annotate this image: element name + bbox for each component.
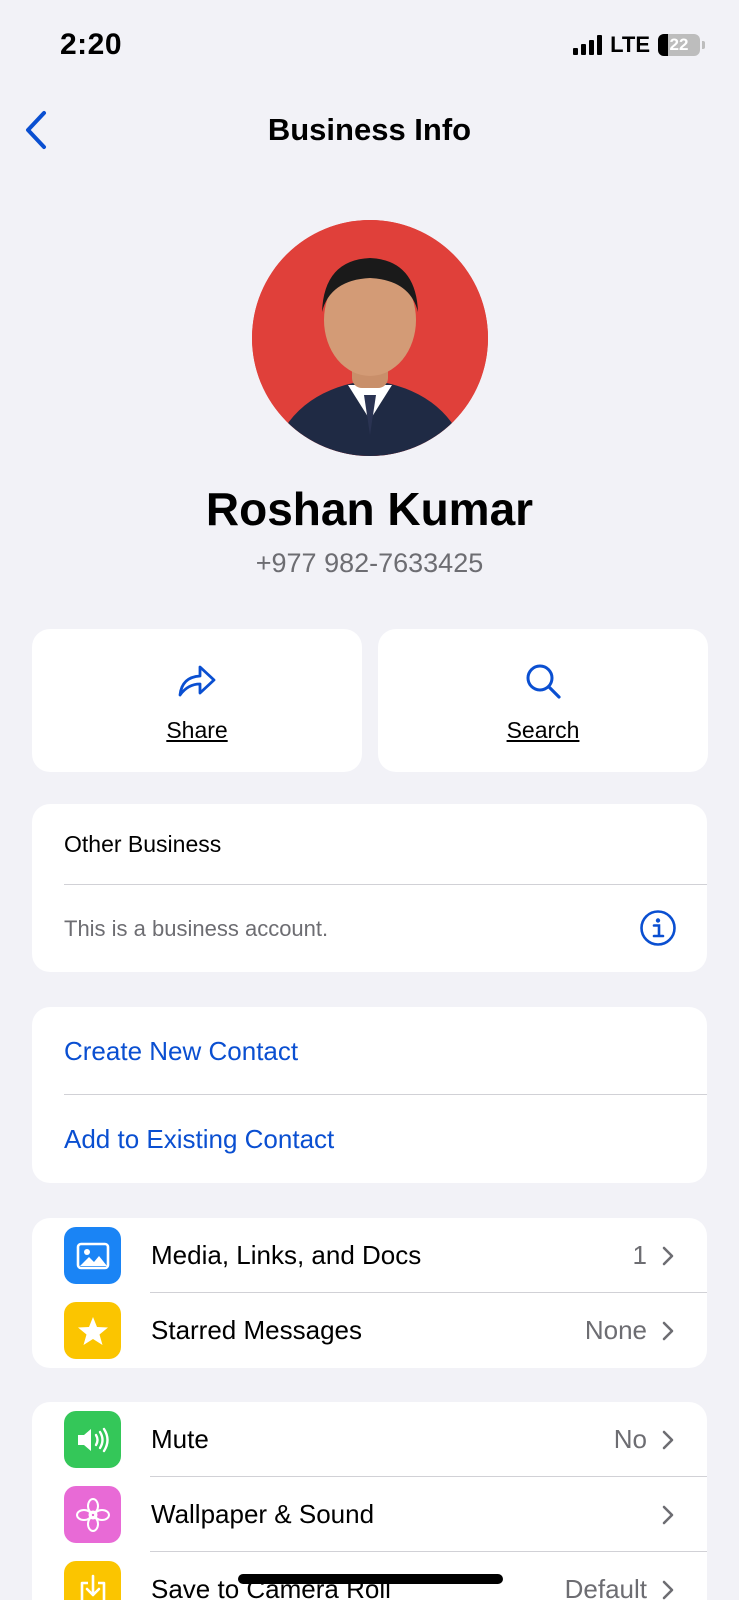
create-new-contact-button[interactable]: Create New Contact <box>32 1007 707 1095</box>
page-title: Business Info <box>267 112 472 147</box>
signal-icon <box>573 35 603 55</box>
contact-name: Roshan Kumar <box>205 483 534 535</box>
chevron-right-icon <box>662 1580 674 1599</box>
list-item-value: No <box>613 1424 647 1454</box>
share-label: Share <box>166 717 228 743</box>
create-new-contact-label: Create New Contact <box>64 1035 299 1066</box>
list-item-label: Starred Messages <box>151 1315 362 1345</box>
list-item-value: Default <box>564 1574 647 1600</box>
search-icon <box>526 664 561 699</box>
nav-bar: Business Info <box>0 100 739 160</box>
network-type: LTE <box>610 32 650 57</box>
avatar-photo <box>252 220 488 456</box>
list-item-starred[interactable]: Starred Messages None <box>32 1293 707 1368</box>
battery-icon: 22 <box>658 34 700 56</box>
business-category-label: Other Business <box>64 831 222 857</box>
star-icon <box>64 1302 121 1359</box>
photo-icon <box>64 1227 121 1284</box>
contact-phone: +977 982-7633425 <box>255 548 484 578</box>
list-item-value: 1 <box>632 1240 647 1270</box>
chevron-right-icon <box>662 1321 674 1340</box>
add-to-existing-contact-button[interactable]: Add to Existing Contact <box>32 1095 707 1183</box>
list-item-wallpaper[interactable]: Wallpaper & Sound <box>32 1477 707 1552</box>
chevron-right-icon <box>662 1430 674 1449</box>
status-time: 2:20 <box>60 28 123 61</box>
list-item-media[interactable]: Media, Links, and Docs 1 <box>32 1218 707 1293</box>
business-description: This is a business account. <box>32 885 707 972</box>
battery-tip <box>702 41 705 49</box>
share-button[interactable]: Share <box>32 629 362 772</box>
list-item-label: Media, Links, and Docs <box>151 1240 422 1270</box>
status-bar: 2:20 LTE 22 <box>0 0 739 90</box>
contact-actions-card: Create New Contact Add to Existing Conta… <box>32 1007 707 1183</box>
media-section: Media, Links, and Docs 1 Starred Message… <box>32 1218 707 1368</box>
info-icon[interactable] <box>639 909 677 947</box>
flower-icon <box>64 1486 121 1543</box>
chevron-right-icon <box>662 1505 674 1524</box>
business-description-text: This is a business account. <box>64 915 329 941</box>
list-item-label: Wallpaper & Sound <box>151 1499 375 1529</box>
chevron-right-icon <box>662 1246 674 1265</box>
search-button[interactable]: Search <box>378 629 708 772</box>
avatar[interactable] <box>252 220 488 456</box>
battery-level: 22 <box>669 35 689 54</box>
home-indicator[interactable] <box>238 1574 503 1584</box>
save-download-icon <box>64 1561 121 1600</box>
settings-section: Mute No Wallpaper & Sound Save to Camera… <box>32 1402 707 1600</box>
share-arrow-icon <box>178 665 216 697</box>
business-category: Other Business <box>32 804 707 885</box>
speaker-icon <box>64 1411 121 1468</box>
business-info-card: Other Business This is a business accoun… <box>32 804 707 972</box>
add-to-existing-contact-label: Add to Existing Contact <box>64 1123 335 1154</box>
status-indicators: LTE 22 <box>573 32 705 58</box>
list-item-label: Mute <box>151 1424 209 1454</box>
search-label: Search <box>506 717 580 743</box>
list-item-value: None <box>584 1315 647 1345</box>
list-item-mute[interactable]: Mute No <box>32 1402 707 1477</box>
